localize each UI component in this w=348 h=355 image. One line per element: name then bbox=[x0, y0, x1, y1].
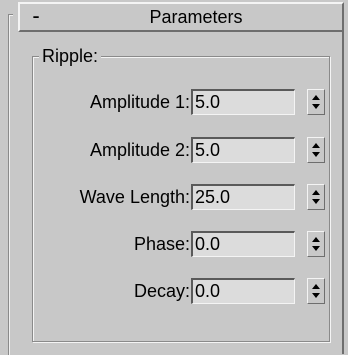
decay-input[interactable] bbox=[191, 278, 295, 304]
param-label: Amplitude 2: bbox=[89, 140, 190, 160]
param-label: Decay: bbox=[133, 281, 190, 301]
phase-spinner[interactable] bbox=[307, 231, 325, 257]
amplitude-1-input[interactable] bbox=[191, 89, 295, 115]
spinner-up-arrow-icon[interactable] bbox=[312, 95, 320, 100]
param-row-amplitude-2: Amplitude 2: bbox=[33, 135, 329, 165]
param-row-wave-length: Wave Length: bbox=[33, 182, 329, 212]
param-label: Amplitude 1: bbox=[89, 92, 190, 112]
rollout-title[interactable]: Parameters bbox=[50, 4, 342, 30]
amplitude-1-spinner[interactable] bbox=[307, 89, 325, 115]
param-label: Wave Length: bbox=[79, 187, 190, 207]
spinner-down-arrow-icon[interactable] bbox=[312, 152, 320, 157]
parameters-panel: - Parameters Ripple: Amplitude 1: Amplit… bbox=[0, 0, 348, 355]
rollout-header[interactable]: - Parameters bbox=[18, 2, 344, 32]
spinner-up-arrow-icon[interactable] bbox=[312, 143, 320, 148]
amplitude-2-input[interactable] bbox=[191, 137, 295, 163]
spinner-down-arrow-icon[interactable] bbox=[312, 199, 320, 204]
spinner-down-arrow-icon[interactable] bbox=[312, 246, 320, 251]
phase-input[interactable] bbox=[191, 231, 295, 257]
spinner-up-arrow-icon[interactable] bbox=[312, 190, 320, 195]
param-row-amplitude-1: Amplitude 1: bbox=[33, 87, 329, 117]
amplitude-2-spinner[interactable] bbox=[307, 137, 325, 163]
param-label: Phase: bbox=[133, 234, 190, 254]
spinner-down-arrow-icon[interactable] bbox=[312, 293, 320, 298]
ripple-group: Ripple: Amplitude 1: Amplitude 2: Wave L bbox=[32, 43, 330, 342]
param-row-decay: Decay: bbox=[33, 276, 329, 306]
decay-spinner[interactable] bbox=[307, 278, 325, 304]
collapse-button[interactable]: - bbox=[26, 4, 46, 30]
rollout-frame bbox=[8, 14, 13, 355]
rollout-body: Ripple: Amplitude 1: Amplitude 2: Wave L bbox=[18, 32, 344, 354]
spinner-up-arrow-icon[interactable] bbox=[312, 284, 320, 289]
wave-length-input[interactable] bbox=[191, 184, 295, 210]
spinner-up-arrow-icon[interactable] bbox=[312, 237, 320, 242]
wave-length-spinner[interactable] bbox=[307, 184, 325, 210]
param-row-phase: Phase: bbox=[33, 229, 329, 259]
group-legend: Ripple: bbox=[39, 43, 102, 69]
spinner-down-arrow-icon[interactable] bbox=[312, 104, 320, 109]
